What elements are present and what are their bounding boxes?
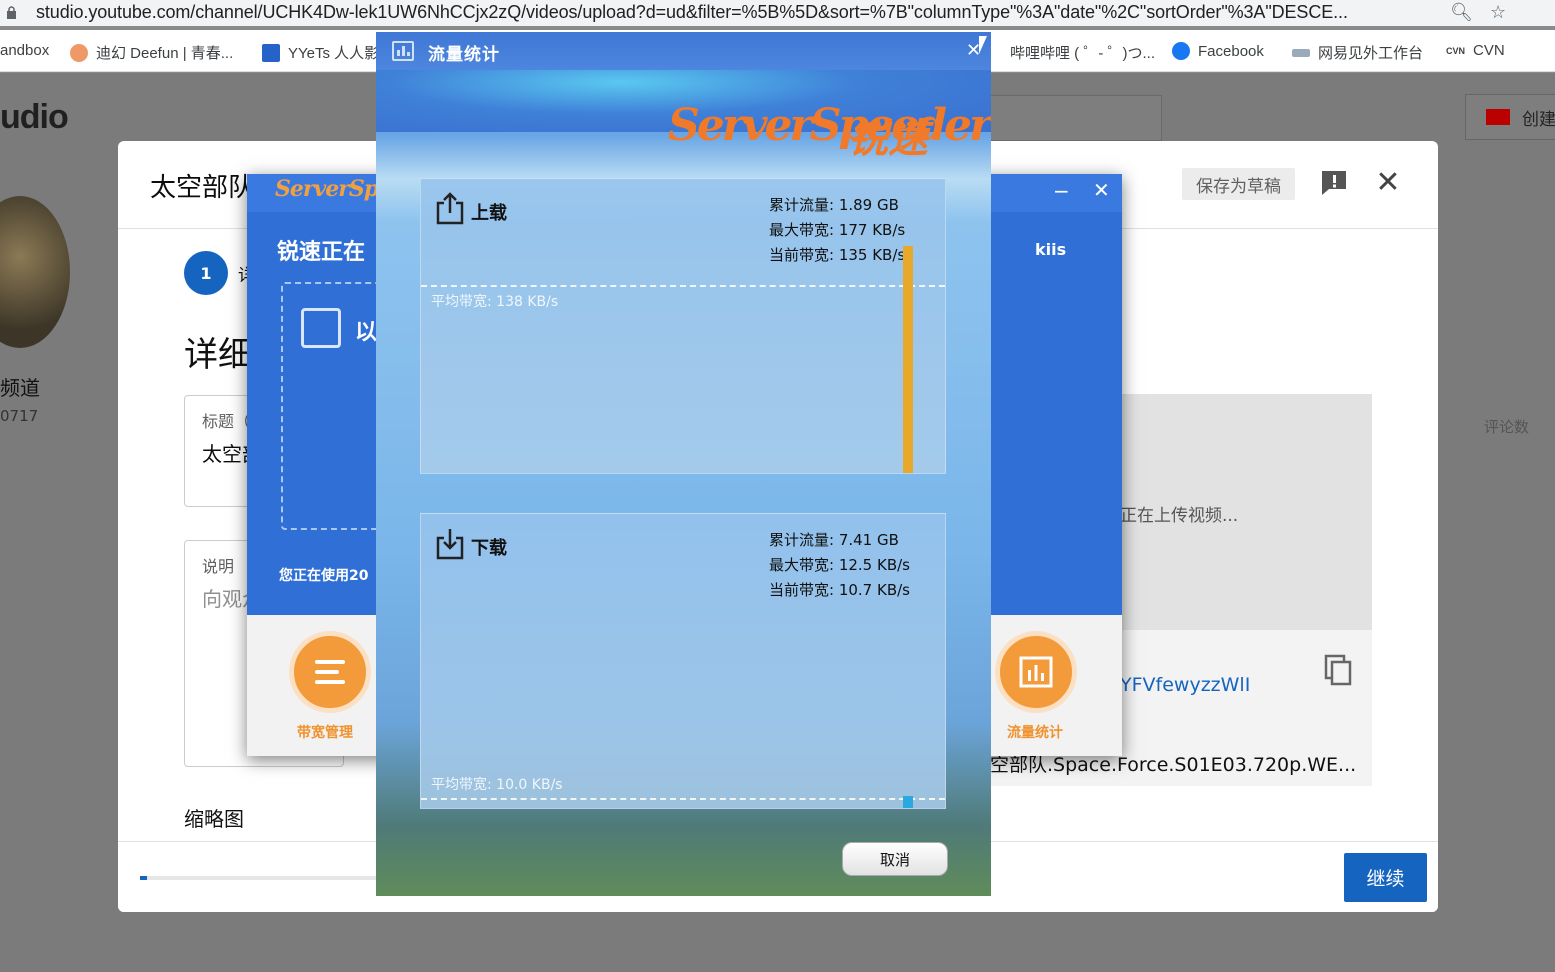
step-indicator[interactable]: 1 [184, 251, 228, 295]
yyets-icon [262, 43, 280, 62]
upload-current: 当前带宽: 135 KB/s [769, 246, 906, 264]
upload-average-label: 平均带宽: 138 KB/s [431, 294, 559, 310]
usage-text: 您正在使用20 [279, 568, 369, 584]
upload-progress-bar [140, 876, 380, 880]
close-icon[interactable]: ✕ [1093, 178, 1110, 202]
cvn-icon: CVN [1446, 45, 1466, 56]
save-draft-button[interactable]: 保存为草稿 [1182, 168, 1295, 200]
download-current: 当前带宽: 10.7 KB/s [769, 581, 910, 599]
studio-logo[interactable]: udio [0, 98, 69, 137]
download-average-label: 平均带宽: 10.0 KB/s [431, 777, 563, 793]
thumbnail-heading: 缩略图 [184, 807, 244, 831]
close-icon[interactable]: ✕ [1373, 168, 1403, 198]
studio-search-box[interactable] [990, 95, 1162, 141]
star-icon[interactable]: ☆ [1490, 2, 1506, 23]
description-field-label: 说明 [202, 557, 235, 576]
mouse-cursor [979, 36, 987, 54]
details-heading: 详细 [184, 335, 252, 375]
bookmark-item[interactable]: CVN CVN [1446, 42, 1505, 59]
video-camera-icon [1486, 109, 1510, 125]
facebook-icon [1172, 42, 1190, 60]
continue-button[interactable]: 继续 [1344, 853, 1427, 902]
create-button[interactable]: 创建 [1465, 94, 1555, 140]
download-panel: 下载 累计流量: 7.41 GB 最大带宽: 12.5 KB/s 当前带宽: 1… [420, 513, 946, 809]
address-bar[interactable]: studio.youtube.com/channel/UCHK4Dw-lek1U… [0, 0, 1555, 26]
download-label: 下载 [471, 538, 507, 559]
upload-progress-fill [140, 876, 148, 880]
minimize-icon[interactable]: − [1053, 179, 1070, 203]
bookmark-item[interactable]: 网易见外工作台 [1292, 42, 1423, 63]
brand-logo: ServerSpeeder [668, 100, 991, 151]
copy-icon[interactable] [1324, 654, 1352, 686]
bookmark-item[interactable]: YYeTs 人人影 [262, 42, 379, 63]
upload-panel: 上载 累计流量: 1.89 GB 最大带宽: 177 KB/s 当前带宽: 13… [420, 178, 946, 474]
upload-label: 上载 [471, 203, 507, 224]
upload-max: 最大带宽: 177 KB/s [769, 221, 906, 239]
traffic-titlebar[interactable]: 流量统计 ✕ [376, 32, 991, 70]
download-bar [903, 796, 913, 808]
bookmark-item[interactable]: 哔哩哔哩 ( ゜- ゜)つ... [1010, 42, 1155, 63]
bar-chart-icon [1019, 656, 1053, 688]
feedback-icon[interactable] [1319, 168, 1349, 198]
download-total: 累计流量: 7.41 GB [769, 531, 899, 549]
download-icon [436, 529, 464, 560]
bookmark-item[interactable]: andbox [0, 42, 49, 59]
zoom-icon[interactable]: 🔍︎ [1450, 2, 1473, 23]
upload-total: 累计流量: 1.89 GB [769, 196, 899, 214]
traffic-stats-button[interactable] [995, 631, 1077, 713]
serverspeeder-status: 锐速正在 [277, 240, 366, 265]
channel-id: 0717 [0, 407, 39, 425]
traffic-stats-window: 流量统计 ✕ ServerSpeeder 锐速 上载 累计流量: 1.89 GB… [376, 32, 991, 896]
url-text[interactable]: studio.youtube.com/channel/UCHK4Dw-lek1U… [36, 2, 1348, 23]
brand-logo-cn: 锐速 [848, 116, 928, 162]
video-link[interactable]: YFVfewyzzWlI [1120, 674, 1250, 696]
bookmark-item[interactable]: Facebook [1172, 42, 1264, 60]
stats-icon [392, 41, 414, 61]
monitor-icon [301, 308, 341, 348]
bandwidth-management-button[interactable] [289, 631, 371, 713]
bookmark-item[interactable]: 迪幻 Deefun | 青春... [70, 42, 233, 63]
upload-bar [903, 246, 913, 473]
upload-average-line [421, 285, 945, 287]
title-field-label: 标题（ [202, 412, 251, 431]
traffic-stats-label: 流量统计 [1007, 725, 1063, 741]
wangyi-icon [1292, 48, 1310, 57]
comments-column-header: 评论数 [1484, 418, 1530, 436]
mode-text: 以 [355, 320, 378, 345]
traffic-title: 流量统计 [428, 45, 500, 65]
channel-name: 频道 [0, 376, 40, 400]
uploading-status: 正在上传视频... [1120, 506, 1239, 526]
cancel-button[interactable]: 取消 [842, 842, 948, 876]
user-name: kiis [1035, 240, 1067, 259]
upload-icon [436, 192, 464, 225]
lock-icon [7, 6, 16, 19]
dialog-title: 太空部队 [150, 173, 255, 203]
bandwidth-management-label: 带宽管理 [297, 725, 353, 741]
deefun-icon [70, 43, 88, 62]
download-max: 最大带宽: 12.5 KB/s [769, 556, 910, 574]
list-icon [315, 660, 345, 684]
download-average-line [421, 798, 945, 800]
